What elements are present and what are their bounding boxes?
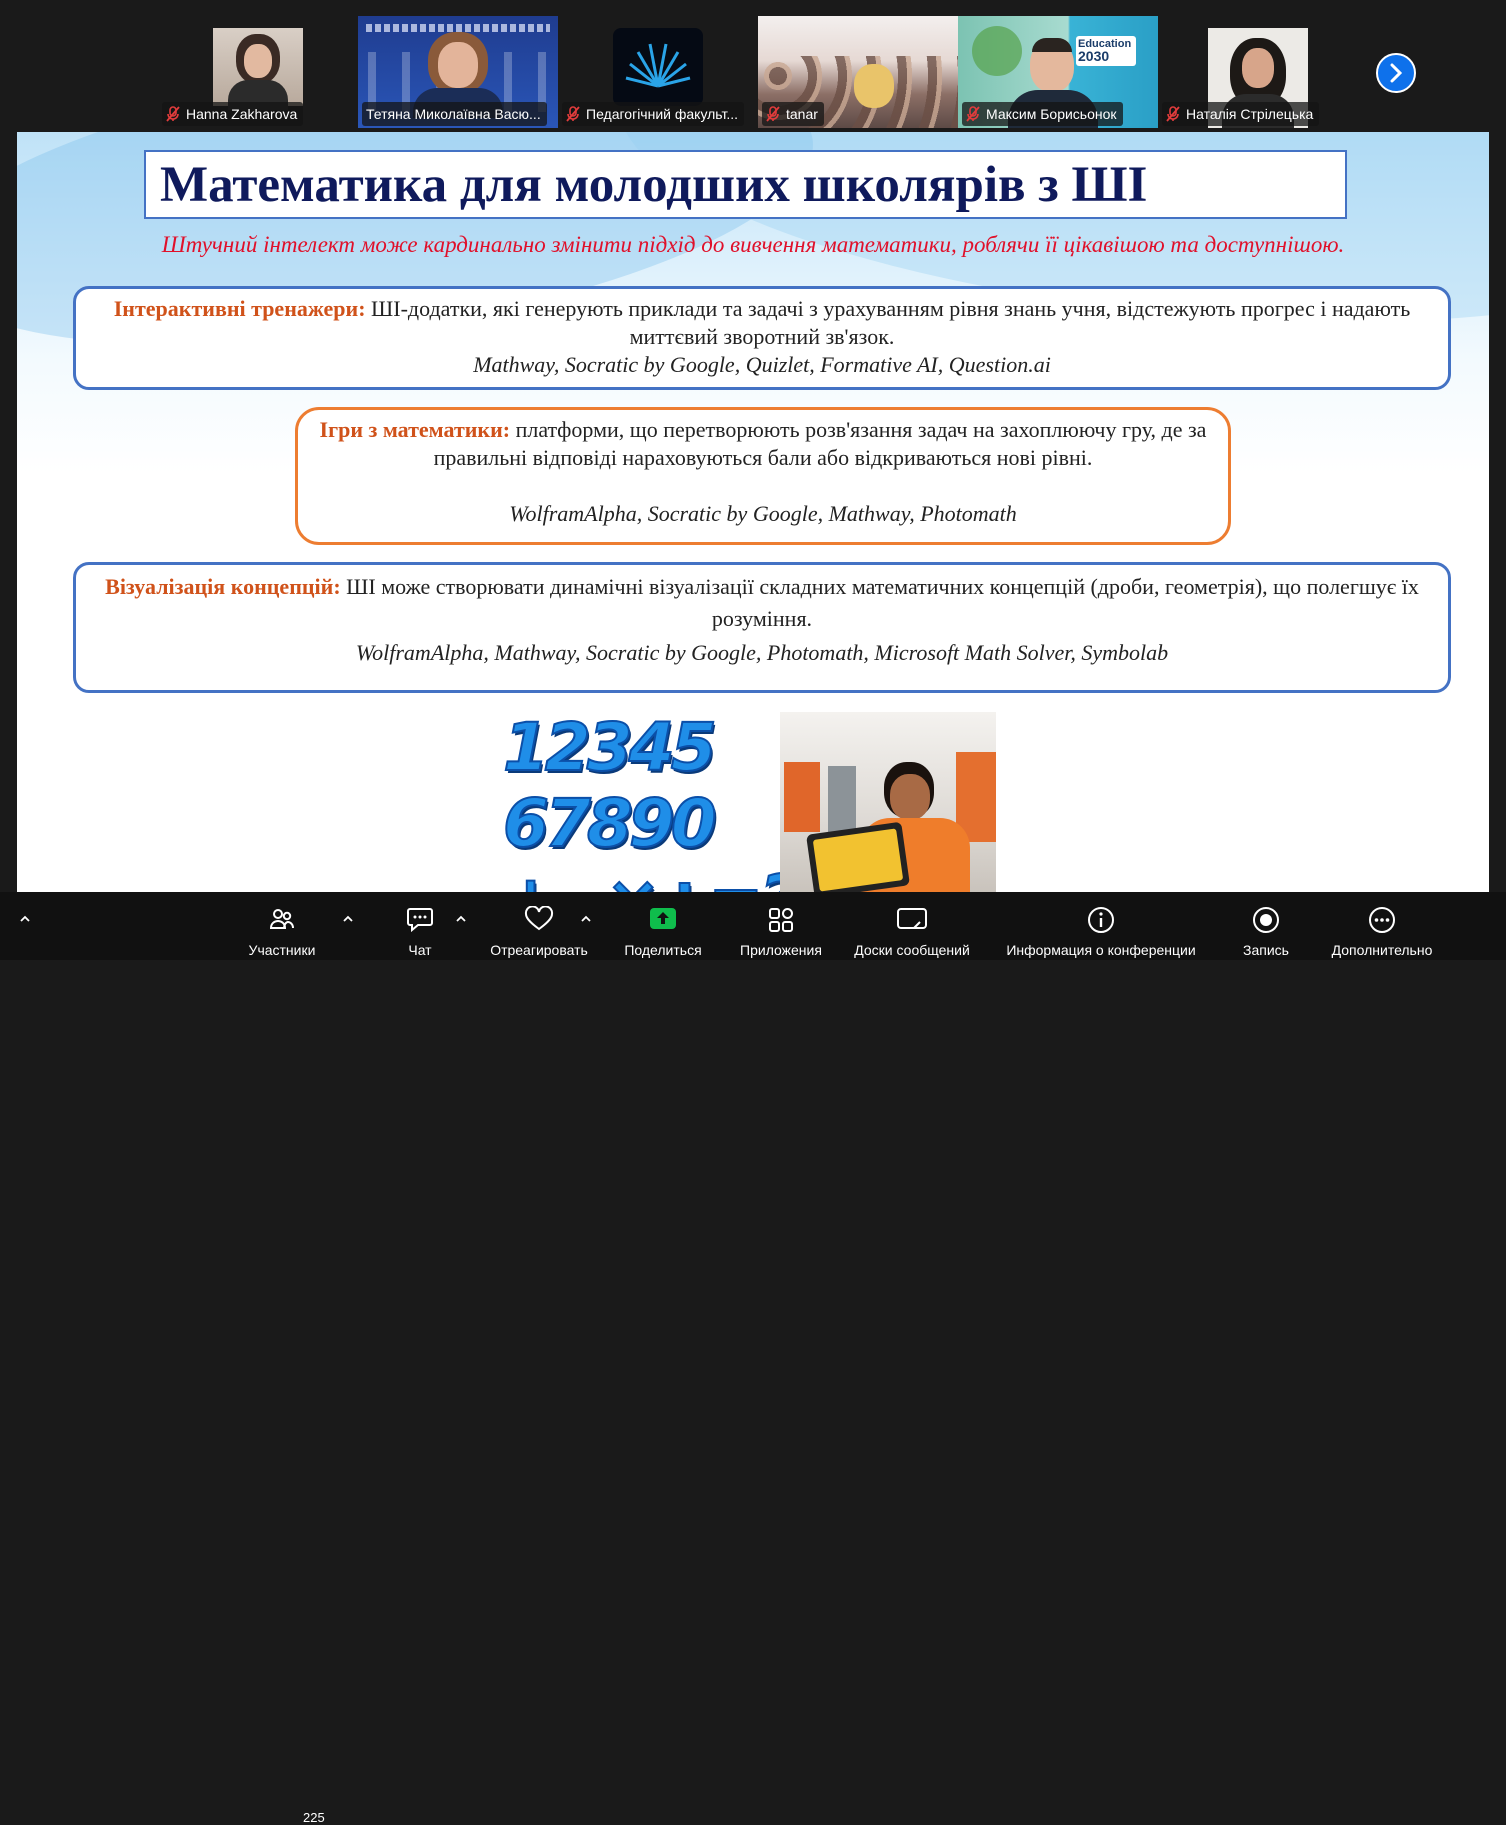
- participant-name: Наталія Стрілецька: [1162, 102, 1320, 126]
- mic-muted-icon: [166, 106, 180, 122]
- info-icon: [1088, 907, 1114, 933]
- meeting-info-button[interactable]: Информация о конференции: [996, 892, 1206, 960]
- heart-icon: [524, 906, 554, 931]
- apps-button[interactable]: Приложения: [732, 892, 830, 960]
- apps-icon: [769, 908, 793, 932]
- mic-muted-icon: [566, 106, 580, 122]
- participant-tile[interactable]: tanar: [758, 16, 958, 128]
- participant-name: Тетяна Миколаївна Васю...: [362, 102, 547, 126]
- mic-muted-icon: [766, 106, 780, 122]
- card-interactive-trainers: Інтерактивні тренажери: ШІ-додатки, які …: [73, 286, 1451, 390]
- participant-name: tanar: [762, 102, 824, 126]
- participants-icon: [269, 909, 294, 929]
- numbers-illustration: 12345 67890 +−×÷=?: [502, 709, 799, 893]
- card-text: ШІ-додатки, які генерують приклади та за…: [365, 296, 1411, 349]
- faculty-logo-icon: [625, 43, 691, 88]
- participant-strip: Hanna Zakharova Тетяна Миколаївна Васю..…: [0, 0, 1506, 132]
- whiteboard-icon: [897, 908, 927, 929]
- react-button[interactable]: Отреагировать: [482, 892, 596, 960]
- chevron-right-icon: [1390, 63, 1403, 83]
- shared-screen-slide: Математика для молодших школярів з ШІ Шт…: [17, 132, 1489, 892]
- card-label: Візуалізація концепцій:: [105, 574, 341, 599]
- participant-tile[interactable]: Education 2030 Максим Борисьонок: [958, 16, 1158, 128]
- chevron-up-icon[interactable]: [341, 912, 355, 926]
- banner-text: Education 2030: [1078, 38, 1132, 64]
- boy-with-tablet-image: [780, 712, 996, 892]
- participant-name: Максим Борисьонок: [962, 102, 1123, 126]
- record-button[interactable]: Запись: [1236, 892, 1296, 960]
- share-screen-icon: [650, 908, 676, 929]
- chat-button[interactable]: Чат: [390, 892, 450, 960]
- participant-tile[interactable]: Наталія Стрілецька: [1158, 16, 1358, 128]
- participant-name: Hanna Zakharova: [162, 102, 304, 126]
- card-label: Інтерактивні тренажери:: [113, 296, 366, 321]
- slide-subtitle: Штучний інтелект може кардинально змінит…: [161, 232, 1345, 257]
- mic-muted-icon: [966, 106, 980, 122]
- card-text: платформи, що перетворюють розв'язання з…: [433, 417, 1207, 470]
- next-participants-button[interactable]: [1376, 53, 1416, 93]
- participant-tile-active-speaker[interactable]: Тетяна Миколаївна Васю...: [358, 16, 558, 128]
- more-button[interactable]: Дополнительно: [1330, 892, 1434, 960]
- mic-muted-icon: [1166, 106, 1180, 122]
- participants-button[interactable]: Участники: [242, 892, 322, 960]
- participant-tile[interactable]: Педагогічний факульт...: [558, 16, 758, 128]
- chat-icon: [407, 908, 433, 932]
- card-label: Ігри з математики:: [319, 417, 511, 442]
- whiteboards-button[interactable]: Доски сообщений: [846, 892, 978, 960]
- more-icon: [1369, 907, 1395, 933]
- card-tools: WolframAlpha, Mathway, Socratic by Googl…: [355, 640, 1169, 665]
- meeting-toolbar: Участники 225 Чат Отреагировать Поделить…: [0, 892, 1506, 1825]
- record-icon: [1253, 907, 1279, 933]
- chevron-up-icon[interactable]: [18, 912, 32, 926]
- share-screen-button[interactable]: Поделиться: [618, 892, 708, 960]
- participants-count: 225: [303, 1810, 325, 1825]
- participant-name: Педагогічний факульт...: [562, 102, 745, 126]
- slide-title: Математика для молодших школярів з ШІ: [160, 157, 1148, 213]
- card-tools: WolframAlpha, Socratic by Google, Mathwa…: [509, 501, 1017, 526]
- slide-title-box: Математика для молодших школярів з ШІ: [144, 150, 1347, 219]
- card-tools: Mathway, Socratic by Google, Quizlet, Fo…: [473, 352, 1051, 377]
- card-text: ШІ може створювати динамічні візуалізаці…: [340, 574, 1419, 631]
- chevron-up-icon[interactable]: [579, 912, 593, 926]
- card-concept-visualization: Візуалізація концепцій: ШІ може створюва…: [73, 562, 1451, 693]
- card-math-games: Ігри з математики: платформи, що перетво…: [295, 407, 1231, 545]
- participant-tile[interactable]: Hanna Zakharova: [158, 16, 358, 128]
- chevron-up-icon[interactable]: [454, 912, 468, 926]
